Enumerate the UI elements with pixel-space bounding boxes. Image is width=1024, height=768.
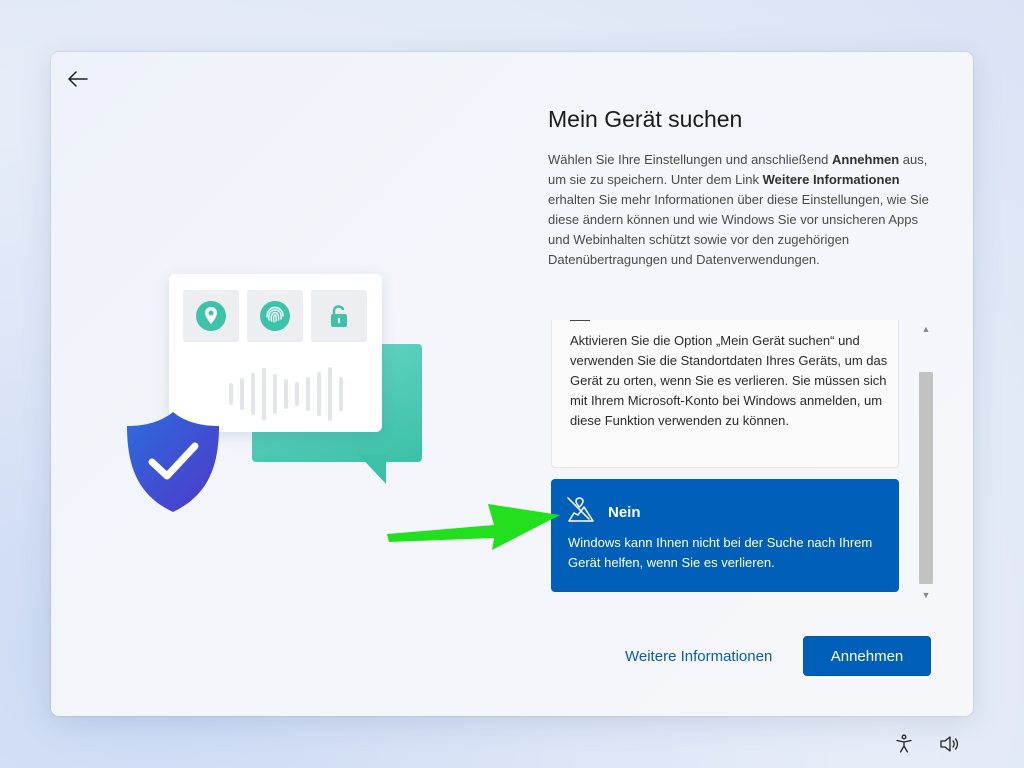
scroll-down-icon[interactable]: ▼ (918, 588, 934, 602)
location-off-icon (567, 497, 594, 522)
option-no-description: Windows kann Ihnen nicht bei der Suche n… (568, 535, 873, 570)
scroll-up-icon[interactable]: ▲ (918, 322, 934, 336)
fingerprint-icon (260, 301, 290, 331)
fingerprint-tile (247, 290, 303, 342)
options-list[interactable]: Aktivieren Sie die Option „Mein Gerät su… (548, 320, 936, 602)
accessibility-icon (896, 734, 912, 753)
option-no-label: Nein (608, 504, 641, 521)
privacy-illustration (121, 272, 431, 512)
lock-tile (311, 290, 367, 342)
shield-check-icon (127, 412, 219, 512)
location-tile (183, 290, 239, 342)
oobe-window: Mein Gerät suchen Wählen Sie Ihre Einste… (51, 52, 973, 716)
location-pin-icon (196, 301, 226, 331)
voice-waveform (229, 364, 343, 424)
page-description: Wählen Sie Ihre Einstellungen und anschl… (548, 152, 929, 267)
option-yes[interactable]: Aktivieren Sie die Option „Mein Gerät su… (551, 320, 899, 468)
option-yes-icon-partial (570, 320, 590, 321)
accessibility-button[interactable] (892, 732, 916, 756)
option-yes-description: Aktivieren Sie die Option „Mein Gerät su… (570, 333, 888, 428)
unlock-icon (324, 301, 354, 331)
more-info-link[interactable]: Weitere Informationen (625, 648, 772, 665)
back-button[interactable] (65, 66, 91, 92)
page-title: Mein Gerät suchen (548, 106, 743, 132)
back-arrow-icon (68, 71, 88, 87)
scrollbar-thumb[interactable] (919, 372, 933, 584)
volume-icon (940, 736, 959, 752)
chat-bubble-tail (358, 454, 386, 484)
annotation-arrow-icon (387, 504, 560, 550)
accept-button[interactable]: Annehmen (803, 636, 931, 676)
options-scrollbar[interactable]: ▲ ▼ (918, 320, 934, 602)
option-no[interactable]: Nein Windows kann Ihnen nicht bei der Su… (551, 479, 899, 592)
volume-button[interactable] (938, 732, 962, 756)
